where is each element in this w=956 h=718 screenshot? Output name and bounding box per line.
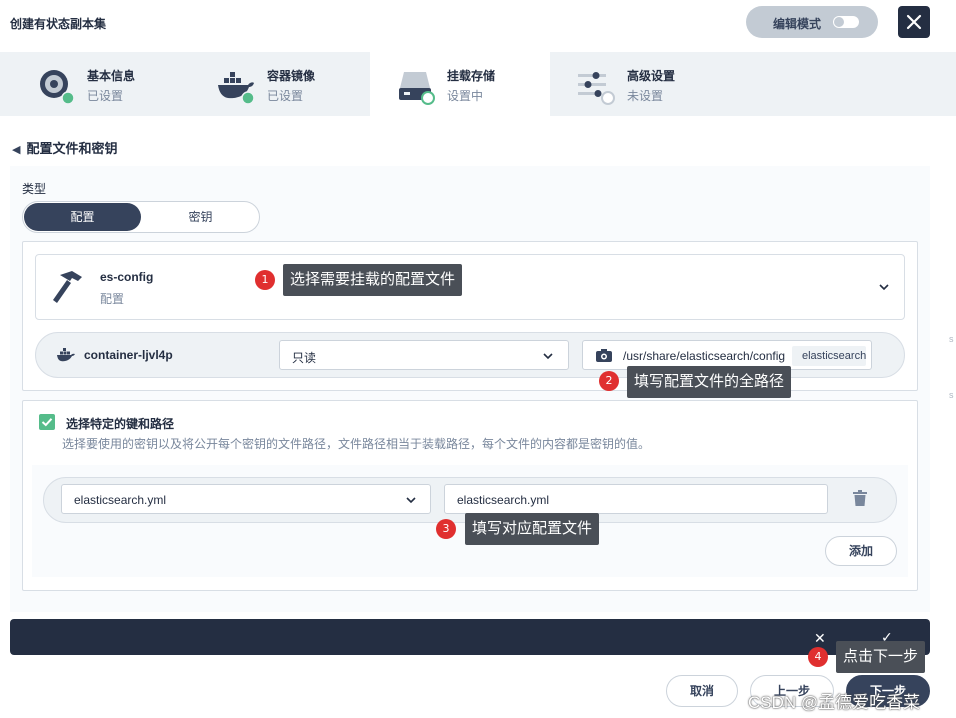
key-value: elasticsearch.yml bbox=[74, 493, 167, 507]
type-option-secret[interactable]: 密钥 bbox=[142, 203, 259, 231]
file-path-input[interactable]: elasticsearch.yml bbox=[444, 484, 828, 514]
file-path-value: elasticsearch.yml bbox=[457, 493, 550, 507]
step-name: 容器镜像 bbox=[267, 69, 316, 83]
config-type: 配置 bbox=[100, 292, 125, 306]
back-arrow-icon: ◀ bbox=[12, 144, 21, 156]
config-select[interactable] bbox=[35, 254, 905, 320]
specific-keys-checkbox[interactable] bbox=[39, 414, 55, 430]
dialog-title: 创建有状态副本集 bbox=[10, 17, 107, 31]
cancel-button[interactable]: 取消 bbox=[666, 675, 738, 707]
disc-icon bbox=[40, 70, 75, 105]
mount-path-value: /usr/share/elasticsearch/config bbox=[623, 349, 786, 363]
config-name: es-config bbox=[100, 270, 154, 284]
step-status: 设置中 bbox=[447, 89, 484, 103]
step-name: 高级设置 bbox=[627, 69, 676, 83]
annotation-callout: 选择需要挂载的配置文件 bbox=[283, 264, 463, 296]
step-status: 已设置 bbox=[87, 89, 124, 103]
edit-mode-toggle[interactable]: 编辑模式 bbox=[746, 6, 878, 38]
toggle-switch[interactable] bbox=[833, 16, 859, 28]
dialog-header: 创建有状态副本集 编辑模式 bbox=[0, 0, 956, 52]
toggle-knob bbox=[834, 17, 844, 27]
step-name: 挂载存储 bbox=[447, 69, 496, 83]
edit-mode-label: 编辑模式 bbox=[773, 17, 822, 31]
key-select[interactable]: elasticsearch.yml bbox=[61, 484, 431, 514]
close-icon bbox=[906, 14, 922, 30]
annotation-marker: 2 bbox=[599, 371, 619, 391]
scroll-strip[interactable] bbox=[946, 116, 956, 718]
camera-icon bbox=[596, 349, 612, 362]
close-button[interactable] bbox=[898, 6, 930, 38]
edge-mark: s bbox=[949, 390, 954, 400]
add-button[interactable]: 添加 bbox=[825, 536, 897, 566]
access-mode-select[interactable]: 只读 bbox=[279, 340, 569, 370]
confirm-bar bbox=[10, 619, 930, 655]
edge-mark: s bbox=[949, 334, 954, 344]
type-label: 类型 bbox=[22, 182, 47, 196]
specific-keys-label: 选择特定的键和路径 bbox=[66, 417, 175, 431]
sliders-icon bbox=[578, 72, 615, 105]
annotation-callout: 填写配置文件的全路径 bbox=[627, 366, 792, 398]
annotation-marker: 1 bbox=[255, 270, 275, 290]
step-status: 未设置 bbox=[627, 89, 664, 103]
step-container-image[interactable]: 容器镜像 已设置 bbox=[190, 52, 370, 116]
back-link[interactable]: ◀ 配置文件和密钥 bbox=[12, 138, 117, 157]
hammer-icon bbox=[53, 271, 82, 303]
watermark: CSDN @孟德爱吃香菜 bbox=[748, 693, 921, 712]
annotation-callout: 点击下一步 bbox=[836, 641, 926, 673]
container-name: container-ljvl4p bbox=[84, 348, 173, 362]
step-name: 基本信息 bbox=[87, 69, 136, 83]
docker-icon bbox=[218, 72, 255, 105]
docker-icon bbox=[57, 348, 75, 362]
type-option-config[interactable]: 配置 bbox=[24, 203, 141, 231]
step-storage[interactable]: 挂载存储 设置中 bbox=[370, 52, 550, 116]
chevron-down-icon bbox=[879, 284, 889, 291]
chevron-down-icon bbox=[543, 353, 553, 360]
trash-icon[interactable] bbox=[853, 490, 867, 506]
step-advanced[interactable]: 高级设置 未设置 bbox=[550, 52, 730, 116]
annotation-marker: 4 bbox=[808, 647, 828, 667]
wizard-steps: 基本信息 已设置 容器镜像 已设置 挂载存储 设置中 高级设置 未设置 bbox=[0, 52, 956, 116]
type-segmented-control: 配置 密钥 bbox=[22, 201, 260, 233]
section-title: 配置文件和密钥 bbox=[26, 141, 118, 156]
cancel-mount-icon[interactable]: ✕ bbox=[814, 630, 826, 647]
specific-keys-description: 选择要使用的密钥以及将公开每个密钥的文件路径，文件路径相当于装载路径，每个文件的… bbox=[62, 437, 651, 451]
access-mode-value: 只读 bbox=[292, 351, 317, 365]
chevron-down-icon bbox=[406, 497, 416, 504]
annotation-callout: 填写对应配置文件 bbox=[465, 513, 600, 545]
storage-icon bbox=[399, 72, 435, 105]
annotation-marker: 3 bbox=[436, 519, 456, 539]
check-icon bbox=[41, 418, 53, 427]
sub-path-tag: elasticsearch.yml bbox=[792, 346, 866, 366]
step-basic-info[interactable]: 基本信息 已设置 bbox=[10, 52, 190, 116]
step-status: 已设置 bbox=[267, 89, 304, 103]
